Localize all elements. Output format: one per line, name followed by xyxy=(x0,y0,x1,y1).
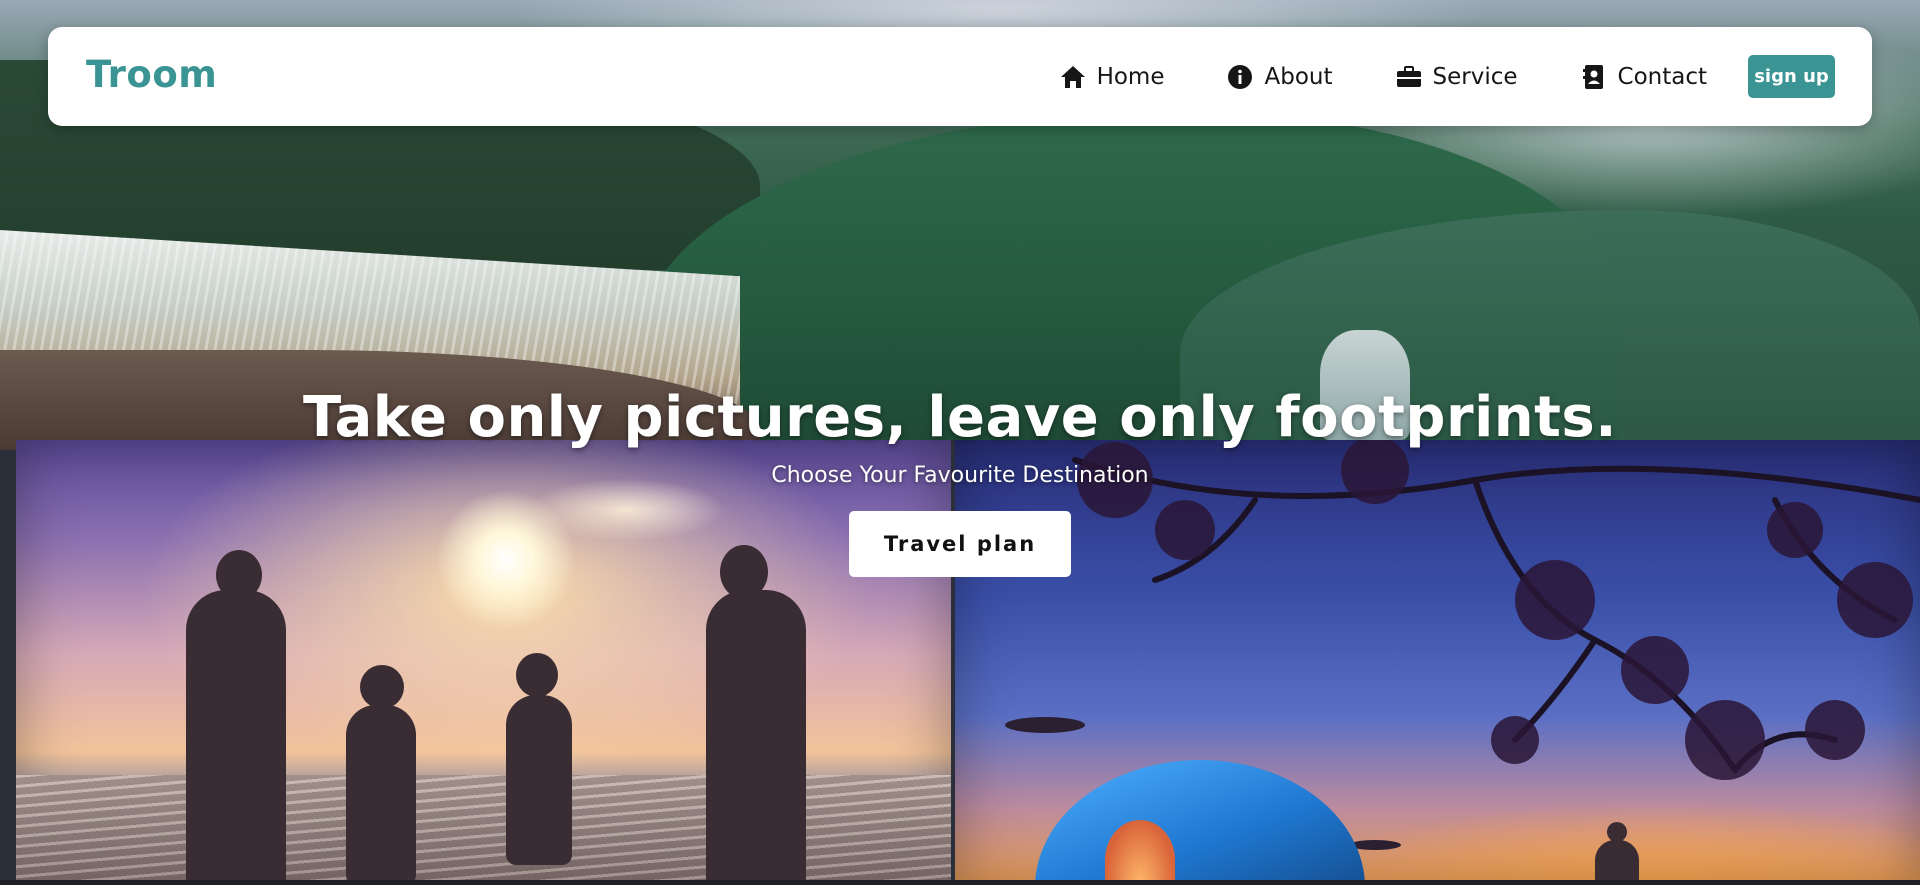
signup-button[interactable]: sign up xyxy=(1748,55,1835,98)
nav-service-label: Service xyxy=(1432,63,1518,90)
figure-camper xyxy=(1595,822,1639,885)
hero-subtitle: Choose Your Favourite Destination xyxy=(771,463,1149,488)
nav-links: Home About Service Contact xyxy=(1059,27,1707,126)
beach-family-photo xyxy=(16,440,951,885)
figure-child-1 xyxy=(346,665,416,885)
nav-about-label: About xyxy=(1264,63,1333,90)
nav-home-label: Home xyxy=(1096,63,1165,90)
bottom-edge xyxy=(0,880,1920,885)
hero-title: Take only pictures, leave only footprint… xyxy=(302,385,1618,450)
nav-contact-label: Contact xyxy=(1617,63,1707,90)
nav-contact[interactable]: Contact xyxy=(1580,64,1707,90)
nav-home[interactable]: Home xyxy=(1059,63,1165,90)
contact-book-icon xyxy=(1582,64,1603,89)
navbar: Troom Home About Service Contact sign up xyxy=(48,27,1872,126)
travel-plan-button[interactable]: Travel plan xyxy=(849,511,1071,577)
brand-logo[interactable]: Troom xyxy=(86,53,217,96)
briefcase-icon xyxy=(1396,65,1421,87)
sea-waves xyxy=(16,775,951,885)
nav-about[interactable]: About xyxy=(1226,63,1333,90)
figure-father xyxy=(186,550,286,885)
nav-service[interactable]: Service xyxy=(1395,64,1518,90)
figure-mother xyxy=(706,545,806,885)
home-icon xyxy=(1060,65,1085,88)
camping-sunset-photo xyxy=(955,440,1920,885)
figure-child-2 xyxy=(506,653,572,865)
info-icon xyxy=(1228,64,1253,89)
